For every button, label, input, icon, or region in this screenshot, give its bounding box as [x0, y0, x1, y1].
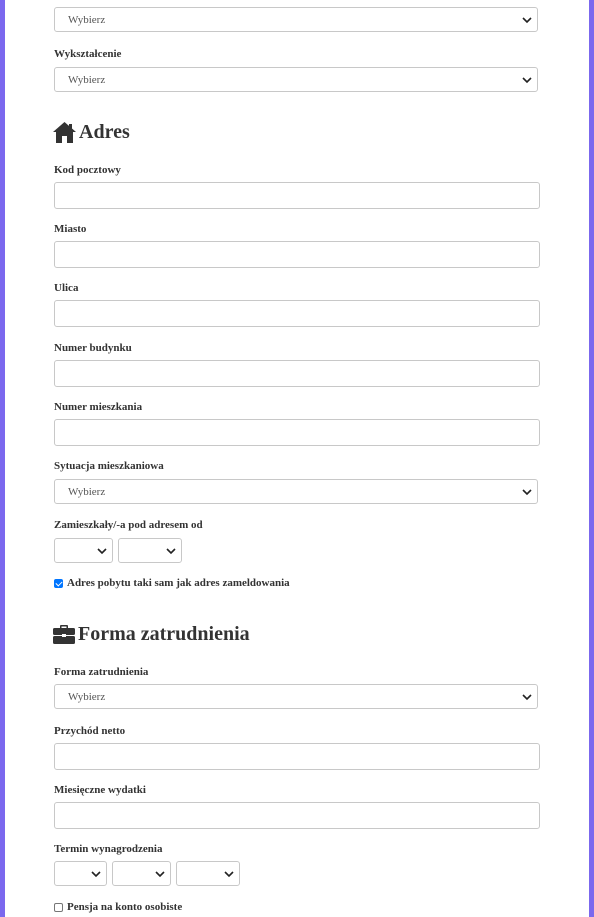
employment-title: Forma zatrudnienia	[78, 623, 250, 645]
education-select[interactable]: Wybierz	[54, 67, 538, 92]
address-heading: Adres	[53, 121, 130, 144]
employment-type-label: Forma zatrudnienia	[54, 666, 149, 678]
net-income-label: Przychód netto	[54, 725, 126, 737]
chevron-down-icon	[522, 77, 532, 84]
resident-since-year-select[interactable]	[118, 538, 182, 563]
housing-situation-select[interactable]: Wybierz	[54, 479, 538, 504]
city-label: Miasto	[54, 223, 87, 235]
street-input[interactable]	[54, 300, 540, 327]
monthly-expenses-label: Miesięczne wydatki	[54, 784, 146, 796]
city-input[interactable]	[54, 241, 540, 268]
previous-select[interactable]: Wybierz	[54, 7, 538, 32]
chevron-down-icon	[522, 17, 532, 24]
chevron-down-icon	[522, 694, 532, 701]
resident-since-month-select[interactable]	[54, 538, 113, 563]
same-address-label: Adres pobytu taki sam jak adres zameldow…	[67, 577, 290, 589]
housing-situation-label: Sytuacja mieszkaniowa	[54, 460, 164, 472]
apartment-number-label: Numer mieszkania	[54, 401, 143, 413]
education-label: Wykształcenie	[54, 48, 122, 60]
pension-checkbox[interactable]	[54, 902, 63, 912]
building-number-label: Numer budynku	[54, 342, 132, 354]
chevron-down-icon	[522, 489, 532, 496]
form-page: Wybierz Wykształcenie Wybierz Adres Kod …	[5, 0, 589, 917]
education-select-value: Wybierz	[68, 74, 106, 86]
salary-day-select[interactable]	[54, 861, 107, 886]
salary-date-label: Termin wynagrodzenia	[54, 843, 163, 855]
chevron-down-icon	[155, 871, 165, 878]
chevron-down-icon	[91, 871, 101, 878]
postal-code-label: Kod pocztowy	[54, 164, 121, 176]
postal-code-input[interactable]	[54, 182, 540, 209]
same-address-checkbox[interactable]	[54, 578, 63, 588]
pension-label: Pensja na konto osobiste	[67, 901, 183, 913]
briefcase-icon	[53, 624, 75, 644]
housing-situation-value: Wybierz	[68, 486, 106, 498]
same-address-option[interactable]: Adres pobytu taki sam jak adres zameldow…	[54, 577, 290, 589]
pension-option[interactable]: Pensja na konto osobiste	[54, 901, 182, 913]
resident-since-label: Zamieszkały/-a pod adresem od	[54, 519, 203, 531]
home-icon	[53, 122, 76, 143]
monthly-expenses-input[interactable]	[54, 802, 540, 829]
employment-type-value: Wybierz	[68, 691, 106, 703]
employment-heading: Forma zatrudnienia	[53, 623, 250, 646]
employment-type-select[interactable]: Wybierz	[54, 684, 538, 709]
net-income-input[interactable]	[54, 743, 540, 770]
chevron-down-icon	[166, 548, 176, 555]
building-number-input[interactable]	[54, 360, 540, 387]
street-label: Ulica	[54, 282, 79, 294]
address-title: Adres	[79, 121, 130, 143]
chevron-down-icon	[97, 548, 107, 555]
salary-month-select[interactable]	[112, 861, 171, 886]
previous-select-value: Wybierz	[68, 14, 106, 26]
apartment-number-input[interactable]	[54, 419, 540, 446]
salary-year-select[interactable]	[176, 861, 240, 886]
chevron-down-icon	[224, 871, 234, 878]
